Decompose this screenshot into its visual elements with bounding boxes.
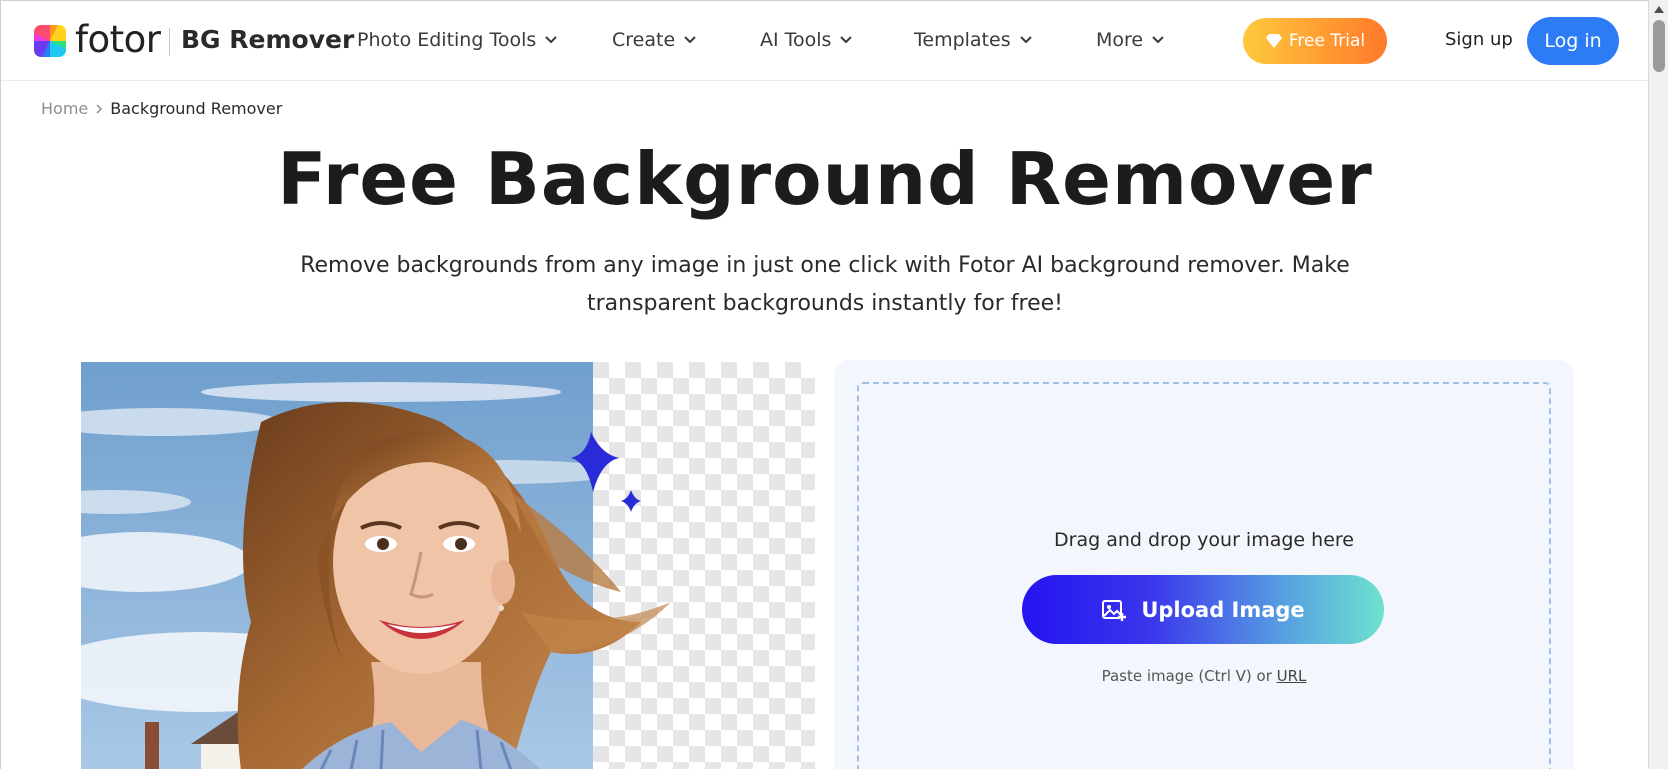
nav-label: Templates <box>914 29 1011 51</box>
subtitle-line: Remove backgrounds from any image in jus… <box>300 253 1350 278</box>
page-subtitle: Remove backgrounds from any image in jus… <box>271 247 1379 323</box>
drag-drop-text: Drag and drop your image here <box>1054 529 1354 551</box>
nav-label: More <box>1096 29 1144 51</box>
nav-ai-tools[interactable]: AI Tools <box>760 29 853 51</box>
upload-image-label: Upload Image <box>1141 597 1305 622</box>
free-trial-label: Free Trial <box>1288 31 1366 51</box>
free-trial-button[interactable]: Free Trial <box>1243 18 1387 64</box>
brand-divider <box>169 28 170 56</box>
nav-more[interactable]: More <box>1096 29 1165 51</box>
page-title: Free Background Remover <box>277 137 1373 221</box>
paste-text: Paste image (Ctrl V) or <box>1101 667 1277 685</box>
fotor-logo-icon[interactable] <box>34 25 66 57</box>
nav-label: AI Tools <box>760 29 832 51</box>
demo-before-after-image <box>81 362 815 769</box>
chevron-down-icon <box>1019 36 1032 44</box>
chevron-down-icon <box>545 36 557 44</box>
nav-create[interactable]: Create <box>612 29 697 51</box>
brand-name[interactable]: fotor <box>75 18 161 61</box>
scrollbar-thumb[interactable] <box>1653 20 1665 72</box>
image-add-icon <box>1102 599 1127 621</box>
log-in-button[interactable]: Log in <box>1527 17 1619 65</box>
nav-label: Photo Editing Tools <box>357 29 537 51</box>
diamond-icon <box>1265 34 1282 48</box>
page-frame: fotor BG Remover Photo Editing Tools Cre… <box>0 0 1648 769</box>
chevron-down-icon <box>840 36 853 44</box>
nav-photo-editing-tools[interactable]: Photo Editing Tools <box>357 29 558 51</box>
product-name[interactable]: BG Remover <box>181 25 354 54</box>
site-header: fotor BG Remover Photo Editing Tools Cre… <box>1 1 1648 81</box>
upload-image-button[interactable]: Upload Image <box>1022 575 1384 644</box>
sign-up-link[interactable]: Sign up <box>1445 29 1513 50</box>
chevron-right-icon <box>96 103 103 114</box>
subtitle-line: transparent backgrounds instantly for fr… <box>587 291 1063 316</box>
breadcrumb: Home Background Remover <box>41 99 282 118</box>
breadcrumb-home-link[interactable]: Home <box>41 99 88 118</box>
chevron-down-icon <box>684 36 696 44</box>
nav-templates[interactable]: Templates <box>914 29 1033 51</box>
chevron-down-icon <box>1152 36 1164 44</box>
url-link[interactable]: URL <box>1277 667 1307 685</box>
paste-hint: Paste image (Ctrl V) or URL <box>857 667 1551 685</box>
page-scrollbar[interactable] <box>1648 0 1668 769</box>
breadcrumb-current: Background Remover <box>110 99 283 118</box>
nav-label: Create <box>612 29 676 51</box>
scroll-up-arrow-icon[interactable] <box>1654 6 1664 13</box>
